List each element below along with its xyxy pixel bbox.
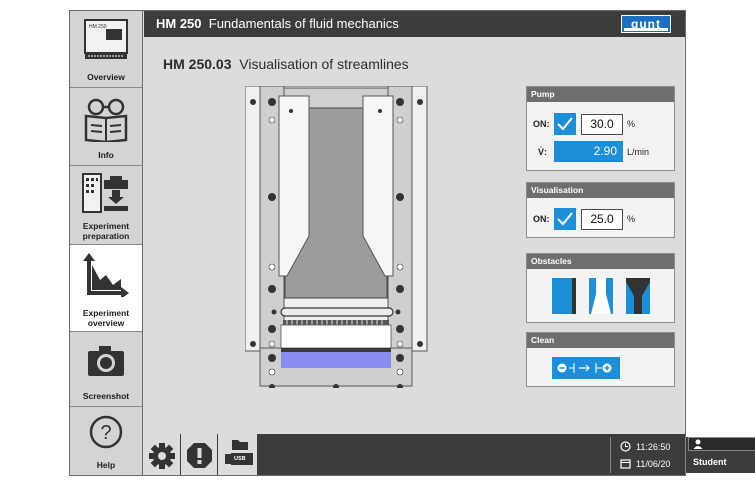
pump-percent-field[interactable]: 30.0	[581, 114, 623, 135]
clean-panel: Clean	[526, 332, 675, 387]
gunt-logo: gunt	[621, 15, 671, 33]
minus-to-plus-icon	[557, 363, 612, 373]
sidebar-item-help[interactable]: ? Help	[70, 407, 142, 475]
clean-button[interactable]	[552, 357, 620, 379]
svg-text:?: ?	[100, 422, 111, 444]
sidebar-item-label: Help	[96, 460, 116, 470]
pump-panel: Pump ON: 30.0 % V̇: 2.90 L/min	[526, 86, 675, 171]
calendar-icon	[620, 459, 631, 469]
obstacle-flat-plate-icon[interactable]	[552, 278, 576, 314]
page-title: HM 250.03 Visualisation of streamlines	[163, 56, 409, 72]
help-icon: ?	[89, 415, 123, 449]
sidebar-item-overview[interactable]: HM 250 Overview	[70, 11, 142, 88]
app-window: HM 250 Overview Info Experiment preparat…	[69, 10, 755, 476]
sidebar: HM 250 Overview Info Experiment preparat…	[70, 11, 143, 475]
book-glasses-icon	[84, 98, 128, 142]
app-header: HM 250 Fundamentals of fluid mechanics g…	[144, 11, 685, 37]
footer-bar: USB 11:26:50 11/06/20 Student	[144, 434, 755, 475]
sidebar-item-label: Overview	[87, 72, 125, 82]
usb-label: USB	[234, 456, 246, 462]
svg-text:HM 250: HM 250	[89, 24, 107, 30]
apparatus-diagram	[245, 86, 428, 388]
date-text: 11/06/20	[636, 459, 671, 469]
visualisation-unit: %	[627, 214, 636, 224]
visualisation-panel: Visualisation ON: 25.0 %	[526, 182, 675, 238]
sidebar-item-label: Experiment preparation	[82, 221, 130, 241]
obstacle-nozzle-icon[interactable]	[626, 278, 650, 314]
sidebar-item-info[interactable]: Info	[70, 88, 142, 166]
sidebar-item-label: Experiment overview	[82, 308, 130, 328]
sidebar-item-label: Screenshot	[82, 391, 130, 401]
sidebar-item-label: Info	[98, 150, 114, 160]
warning-icon	[187, 443, 212, 468]
sidebar-item-experiment-overview[interactable]: Experiment overview	[70, 245, 142, 332]
clock-icon	[620, 441, 631, 452]
pump-on-checkbox[interactable]	[554, 113, 576, 135]
app-title-text: Fundamentals of fluid mechanics	[208, 16, 399, 31]
panel-title: Obstacles	[527, 254, 674, 269]
app-title-model: HM 250	[156, 16, 202, 31]
pump-percent-unit: %	[627, 119, 636, 129]
folder-usb-icon	[225, 440, 253, 465]
obstacles-panel: Obstacles	[526, 253, 675, 323]
user-name: Student	[693, 457, 727, 467]
alarm-button[interactable]	[181, 434, 218, 475]
checkmark-icon	[557, 212, 573, 226]
page-title-text: Visualisation of streamlines	[239, 56, 409, 72]
visualisation-on-checkbox[interactable]	[554, 208, 576, 230]
chart-icon	[83, 253, 129, 297]
sidebar-item-experiment-preparation[interactable]: Experiment preparation	[70, 166, 142, 245]
settings-button[interactable]	[144, 434, 181, 475]
sidebar-item-screenshot[interactable]: Screenshot	[70, 332, 142, 407]
app-title: HM 250 Fundamentals of fluid mechanics	[156, 16, 399, 31]
pump-on-label: ON:	[533, 119, 550, 129]
page-title-code: HM 250.03	[163, 56, 232, 72]
checkmark-icon	[557, 117, 573, 131]
visualisation-on-label: ON:	[533, 214, 550, 224]
user-display[interactable]: Student	[685, 437, 755, 473]
device-overview-icon: HM 250	[84, 19, 128, 59]
panel-title: Visualisation	[527, 183, 674, 198]
obstacle-narrowing-icon[interactable]	[589, 278, 613, 314]
camera-icon	[88, 346, 124, 376]
usb-export-button[interactable]: USB	[218, 434, 258, 475]
user-icon	[693, 439, 703, 449]
panel-title: Pump	[527, 87, 674, 102]
gear-icon	[149, 443, 175, 469]
flow-rate-label: V̇:	[538, 147, 547, 157]
flow-rate-unit: L/min	[627, 147, 650, 157]
panel-title: Clean	[527, 333, 674, 348]
device-download-icon	[82, 173, 128, 213]
flow-rate-value: 2.90	[554, 141, 623, 162]
time-text: 11:26:50	[636, 442, 671, 452]
visualisation-value-field[interactable]: 25.0	[581, 209, 623, 230]
